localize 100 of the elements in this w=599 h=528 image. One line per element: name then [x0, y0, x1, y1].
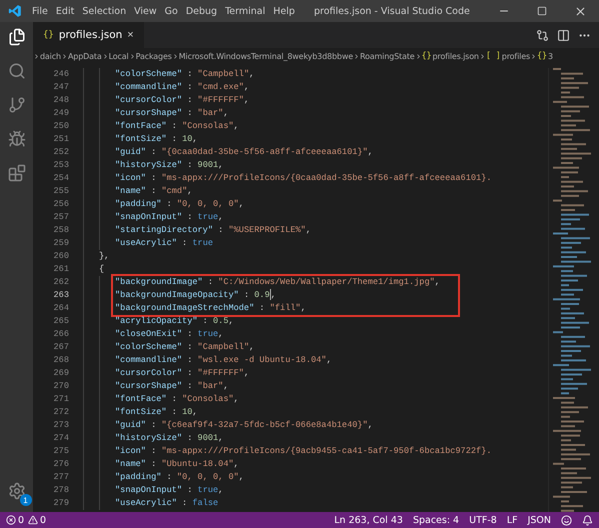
- code-line: "backgroundImageOpacity" : 0.9,: [115, 289, 276, 302]
- code-line: "icon" : "ms-appx:///ProfileIcons/{0caa0dad-35be-5f56-a8ff-afceeeaa6101}.: [115, 172, 492, 185]
- line-number: 264: [52, 302, 70, 315]
- chevron-icon: [352, 52, 360, 60]
- breadcrumb-item[interactable]: AppData: [68, 52, 102, 60]
- line-number: 247: [52, 81, 70, 94]
- status-item[interactable]: Ln 263, Col 43: [334, 514, 403, 526]
- notification-badge: 1: [20, 494, 32, 506]
- code-line: "name" : "cmd",: [115, 185, 192, 198]
- line-number: 267: [52, 341, 70, 354]
- menu-item[interactable]: Go: [160, 6, 182, 16]
- chevron-icon: [128, 52, 136, 60]
- line-number: 270: [52, 380, 70, 393]
- maximize-icon[interactable]: [537, 6, 547, 16]
- code-line: "cursorShape" : "bar",: [115, 107, 228, 120]
- line-number: 276: [52, 458, 70, 471]
- line-number: 277: [52, 471, 70, 484]
- code-line: "fontSize" : 10,: [115, 406, 198, 419]
- line-number: 249: [52, 107, 70, 120]
- line-number: 266: [52, 328, 70, 341]
- code-line: "padding" : "0, 0, 0, 0",: [115, 471, 244, 484]
- chevron-icon: [530, 52, 538, 60]
- code-line: "colorScheme" : "Campbell",: [115, 68, 254, 81]
- tab-close-button[interactable]: ×: [127, 29, 134, 41]
- code-line: "commandline" : "wsl.exe -d Ubuntu-18.04",: [115, 354, 332, 367]
- chevron-icon: [102, 52, 109, 60]
- code-line: "snapOnInput" : true,: [115, 484, 224, 497]
- chevron-icon: [60, 52, 68, 60]
- bell-icon[interactable]: [582, 514, 593, 526]
- code-line: "cursorShape" : "bar",: [115, 380, 228, 393]
- editor-tab[interactable]: {} profiles.json ×: [33, 22, 144, 48]
- line-number: 256: [52, 198, 70, 211]
- app-logo-icon: [8, 4, 22, 18]
- code-line: "historySize" : 9001,: [115, 159, 224, 172]
- line-number: 261: [52, 263, 70, 276]
- status-item[interactable]: LF: [506, 514, 518, 526]
- status-item[interactable]: JSON: [528, 514, 551, 526]
- status-item[interactable]: UTF-8: [469, 514, 497, 526]
- line-number: 263: [52, 289, 70, 302]
- line-number: 257: [52, 211, 70, 224]
- chevron-icon: [478, 52, 486, 60]
- code-line: "fontFace" : "Consolas",: [115, 120, 239, 133]
- window-title: profiles.json - Visual Studio Code: [313, 6, 471, 16]
- json-file-icon: {}: [43, 30, 54, 40]
- code-line: "icon" : "ms-appx:///ProfileIcons/{9acb9455-ca41-5af7-950f-6bca1bc9722f}.: [115, 445, 492, 458]
- menu-item[interactable]: View: [130, 6, 161, 16]
- tab-label: profiles.json: [58, 29, 122, 41]
- errors-indicator[interactable]: 0: [6, 514, 24, 526]
- line-number: 255: [52, 185, 70, 198]
- breadcrumb-item[interactable]: {}profiles.json: [422, 51, 479, 61]
- close-icon[interactable]: [574, 4, 586, 18]
- code-line: "padding" : "0, 0, 0, 0",: [115, 198, 244, 211]
- line-number: 273: [52, 419, 70, 432]
- split-editor-icon[interactable]: [557, 28, 570, 42]
- compare-icon[interactable]: [536, 28, 549, 42]
- menu-item[interactable]: Debug: [182, 6, 222, 16]
- line-number: 265: [52, 315, 70, 328]
- code-line: "colorScheme" : "Campbell",: [115, 341, 254, 354]
- warnings-indicator[interactable]: 0: [28, 514, 46, 526]
- code-line: "cursorColor" : "#FFFFFF",: [115, 94, 250, 107]
- menu-item[interactable]: Selection: [78, 6, 130, 16]
- code-line: "closeOnExit" : true,: [115, 328, 224, 341]
- breadcrumb-item[interactable]: RoamingState: [360, 52, 415, 60]
- code-line: "snapOnInput" : true,: [115, 211, 224, 224]
- code-line: "name" : "Ubuntu-18.04",: [115, 458, 239, 471]
- code-line: },: [99, 250, 110, 263]
- code-line: "guid" : "{0caa0dad-35be-5f56-a8ff-afceeeaa6101}",: [115, 146, 373, 159]
- breadcrumb-item[interactable]: daich: [40, 52, 61, 60]
- code-line: "useAcrylic" : true: [115, 237, 214, 250]
- code-line: "guid" : "{c6eaf9f4-32a7-5fdc-b5cf-066e8a4b1e40}",: [115, 419, 373, 432]
- line-number: 250: [52, 120, 70, 133]
- line-number: 253: [52, 159, 70, 172]
- chevron-icon: [414, 52, 422, 60]
- line-number: 271: [52, 393, 70, 406]
- code-line: "cursorColor" : "#FFFFFF",: [115, 367, 250, 380]
- line-number: 260: [52, 250, 70, 263]
- code-line: "historySize" : 9001,: [115, 432, 224, 445]
- breadcrumb-item[interactable]: Local: [108, 52, 129, 60]
- code-line: "commandline" : "cmd.exe",: [115, 81, 250, 94]
- code-line: "useAcrylic" : false: [115, 497, 218, 510]
- status-item[interactable]: Spaces: 4: [412, 514, 460, 526]
- line-number: 278: [52, 484, 70, 497]
- menu-item[interactable]: File: [28, 6, 52, 16]
- breadcrumb-item[interactable]: [ ]profiles: [486, 51, 530, 61]
- line-number: 275: [52, 445, 70, 458]
- code-line: "backgroundImage" : "C:/Windows/Web/Wallpaper/Theme1/img1.jpg",: [115, 276, 440, 289]
- menu-item[interactable]: Terminal: [221, 6, 270, 16]
- line-number: 246: [52, 68, 70, 81]
- breadcrumb-item[interactable]: Microsoft.WindowsTerminal_8wekyb3d8bbwe: [178, 52, 353, 60]
- smiley-icon[interactable]: [561, 514, 572, 526]
- code-line: "backgroundImageStrechMode" : "fill",: [115, 302, 306, 315]
- menu-item[interactable]: Help: [269, 6, 299, 16]
- line-number: 251: [52, 133, 70, 146]
- line-number: 269: [52, 367, 70, 380]
- line-number: 258: [52, 224, 70, 237]
- breadcrumb-item[interactable]: {}3: [537, 51, 553, 61]
- line-number: 248: [52, 94, 70, 107]
- menu-item[interactable]: Edit: [52, 6, 78, 16]
- breadcrumb-item[interactable]: Packages: [136, 52, 172, 60]
- code-line: "startingDirectory" : "%USERPROFILE%",: [115, 224, 312, 237]
